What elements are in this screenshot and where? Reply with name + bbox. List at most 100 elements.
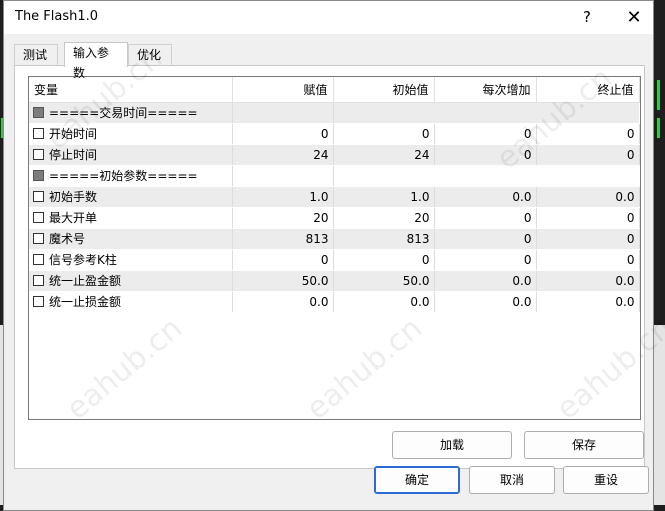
optimize-checkbox[interactable] (33, 296, 44, 307)
optimize-checkbox[interactable] (33, 275, 44, 286)
column-header-stop[interactable]: 终止值 (536, 77, 640, 103)
close-button[interactable]: ✕ (612, 1, 656, 34)
variable-cell[interactable]: 开始时间 (29, 123, 233, 145)
start-cell[interactable]: 813 (333, 228, 435, 250)
step-cell[interactable]: 0 (434, 249, 537, 271)
stop-cell[interactable] (536, 102, 639, 124)
parameters-grid: 变量 赋值 初始值 每次增加 终止值 =====交易时间===== 开始时间 0 0 0… (28, 76, 641, 420)
parameters-table: 变量 赋值 初始值 每次增加 终止值 =====交易时间===== 开始时间 0 0 0… (29, 77, 640, 313)
table-row[interactable]: 信号参考K柱 0 0 0 0 (29, 249, 640, 271)
variable-cell[interactable]: 魔术号 (29, 228, 233, 250)
table-row[interactable]: 最大开单 20 20 0 0 (29, 207, 640, 229)
variable-cell[interactable]: 统一止损金额 (29, 291, 233, 313)
variable-cell[interactable]: 信号参考K柱 (29, 249, 233, 271)
table-row[interactable]: 统一止盈金额 50.0 50.0 0.0 0.0 (29, 270, 640, 292)
value-cell[interactable] (232, 165, 334, 187)
stop-cell[interactable]: 0.0 (536, 186, 640, 208)
section-row[interactable]: =====初始参数===== (29, 165, 639, 187)
load-button[interactable]: 加载 (392, 431, 512, 459)
optimize-checkbox[interactable] (33, 170, 44, 181)
stop-cell[interactable]: 0 (536, 249, 640, 271)
column-header-value[interactable]: 赋值 (232, 77, 334, 103)
stop-cell[interactable] (536, 165, 639, 187)
background-candle (657, 118, 660, 138)
table-row[interactable]: 统一止损金额 0.0 0.0 0.0 0.0 (29, 291, 640, 313)
variable-cell[interactable]: =====交易时间===== (29, 102, 233, 124)
step-cell[interactable]: 0.0 (434, 186, 537, 208)
start-cell[interactable]: 0 (333, 123, 435, 145)
start-cell[interactable]: 0.0 (333, 291, 435, 313)
start-cell[interactable]: 0 (333, 249, 435, 271)
step-cell[interactable]: 0.0 (434, 291, 537, 313)
stop-cell[interactable]: 0.0 (536, 270, 640, 292)
table-row[interactable]: 停止时间 24 24 0 0 (29, 144, 640, 166)
stop-cell[interactable]: 0 (536, 228, 640, 250)
background-candle (657, 80, 660, 110)
tab-inputs[interactable]: 输入参数 (64, 42, 128, 80)
value-cell[interactable]: 50.0 (232, 270, 334, 292)
parameters-dialog: The Flash1.0 ? ✕ 测试 输入参数 优化 变量 赋值 初始值 每次… (3, 0, 654, 511)
value-cell[interactable]: 20 (232, 207, 334, 229)
section-row[interactable]: =====交易时间===== (29, 102, 639, 124)
variable-name: 停止时间 (49, 148, 98, 162)
variable-cell[interactable]: 停止时间 (29, 144, 233, 166)
optimize-checkbox[interactable] (33, 254, 44, 265)
step-cell[interactable]: 0 (434, 207, 537, 229)
table-row[interactable]: 初始手数 1.0 1.0 0.0 0.0 (29, 186, 640, 208)
optimize-checkbox[interactable] (33, 212, 44, 223)
step-cell[interactable]: 0 (434, 123, 537, 145)
value-cell[interactable]: 813 (232, 228, 334, 250)
reset-button[interactable]: 重设 (563, 466, 649, 494)
stop-cell[interactable]: 0 (536, 207, 640, 229)
column-header-variable[interactable]: 变量 (29, 77, 233, 103)
value-cell[interactable]: 0 (232, 249, 334, 271)
variable-cell[interactable]: 初始手数 (29, 186, 233, 208)
stop-cell[interactable]: 0 (536, 123, 640, 145)
step-cell[interactable] (434, 165, 536, 187)
stop-cell[interactable]: 0.0 (536, 291, 640, 313)
ok-button[interactable]: 确定 (374, 466, 460, 494)
variable-cell[interactable]: 最大开单 (29, 207, 233, 229)
variable-name: =====初始参数===== (49, 169, 198, 183)
variable-name: 开始时间 (49, 127, 98, 141)
start-cell[interactable] (333, 102, 434, 124)
value-cell[interactable]: 0.0 (232, 291, 334, 313)
variable-name: 最大开单 (49, 211, 98, 225)
table-row[interactable]: 魔术号 813 813 0 0 (29, 228, 640, 250)
value-cell[interactable]: 1.0 (232, 186, 334, 208)
variable-name: 统一止损金额 (49, 295, 122, 309)
optimize-checkbox[interactable] (33, 233, 44, 244)
start-cell[interactable]: 20 (333, 207, 435, 229)
title-bar[interactable]: The Flash1.0 ? ✕ (4, 1, 653, 34)
table-row[interactable]: 开始时间 0 0 0 0 (29, 123, 640, 145)
table-header-row: 变量 赋值 初始值 每次增加 终止值 (29, 77, 640, 103)
optimize-checkbox[interactable] (33, 149, 44, 160)
stop-cell[interactable]: 0 (536, 144, 640, 166)
start-cell[interactable]: 1.0 (333, 186, 435, 208)
tab-optimization[interactable]: 优化 (128, 44, 172, 66)
variable-cell[interactable]: =====初始参数===== (29, 165, 233, 187)
cancel-button[interactable]: 取消 (469, 466, 555, 494)
optimize-checkbox[interactable] (33, 191, 44, 202)
optimize-checkbox[interactable] (33, 128, 44, 139)
help-button[interactable]: ? (565, 1, 609, 34)
optimize-checkbox[interactable] (33, 107, 44, 118)
step-cell[interactable] (434, 102, 536, 124)
save-button[interactable]: 保存 (524, 431, 644, 459)
start-cell[interactable] (333, 165, 434, 187)
tab-test[interactable]: 测试 (14, 44, 58, 66)
value-cell[interactable]: 24 (232, 144, 334, 166)
step-cell[interactable]: 0 (434, 228, 537, 250)
inputs-panel: 变量 赋值 初始值 每次增加 终止值 =====交易时间===== 开始时间 0 0 0… (14, 65, 645, 469)
value-cell[interactable]: 0 (232, 123, 334, 145)
start-cell[interactable]: 24 (333, 144, 435, 166)
step-cell[interactable]: 0.0 (434, 270, 537, 292)
step-cell[interactable]: 0 (434, 144, 537, 166)
start-cell[interactable]: 50.0 (333, 270, 435, 292)
column-header-start[interactable]: 初始值 (333, 77, 435, 103)
value-cell[interactable] (232, 102, 334, 124)
variable-cell[interactable]: 统一止盈金额 (29, 270, 233, 292)
column-header-step[interactable]: 每次增加 (434, 77, 537, 103)
variable-name: 统一止盈金额 (49, 274, 122, 288)
variable-name: 魔术号 (49, 232, 86, 246)
